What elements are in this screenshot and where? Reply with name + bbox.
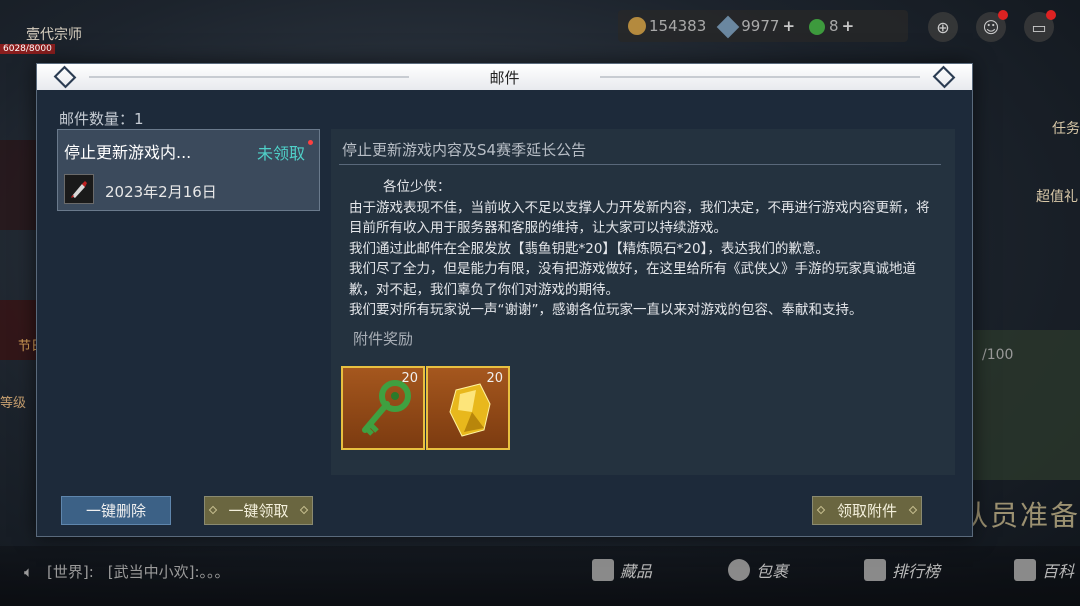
plus-icon[interactable]: +: [782, 17, 795, 35]
chat-message: [武当中小欢]:。。。: [107, 563, 230, 581]
coin-amount: 154383: [649, 16, 707, 35]
chat-channel: [世界]:: [47, 563, 94, 581]
bag-icon: [728, 559, 750, 581]
nav-wiki[interactable]: 百科: [1014, 558, 1074, 582]
ornament-icon: [932, 65, 956, 89]
mail-paragraph: 我们要对所有玩家说一声“谢谢”，感谢各位玩家一直以来对游戏的包容、奉献和支持。: [349, 302, 863, 318]
mail-item-status: 未领取: [256, 144, 305, 163]
jade-amount: 8: [829, 17, 839, 35]
ranking-icon: [864, 559, 886, 581]
nav-label: 百科: [1042, 562, 1075, 581]
button-label: 一键删除: [85, 502, 146, 520]
modal-title: 邮件: [489, 68, 520, 87]
gem-icon: [716, 15, 740, 38]
nav-ranking[interactable]: 排行榜: [864, 558, 940, 582]
attachment-label: 附件奖励: [353, 330, 414, 348]
diamond-icon: [908, 505, 918, 515]
speaker-icon[interactable]: 🔈︎: [24, 563, 33, 581]
divider: [339, 164, 941, 165]
quest-button[interactable]: 任务: [1052, 118, 1080, 138]
nav-bag[interactable]: 包裹: [728, 558, 788, 582]
nav-label: 排行榜: [892, 562, 941, 581]
ornament-icon: [53, 65, 77, 89]
attachment-item-jade-key[interactable]: 20: [341, 366, 425, 450]
mail-modal: 邮件 邮件数量：1 停止更新游戏内... 未领取 2023年2月16日 停止更新…: [36, 63, 973, 537]
mail-paragraph: 我们通过此邮件在全服发放【翡鱼钥匙*20】【精炼陨石*20】，表达我们的歉意。: [349, 240, 829, 257]
mail-paragraph: 我们尽了全力，但是能力有限，没有把游戏做好，在这里给所有《武侠乂》手游的玩家真诚…: [349, 261, 916, 298]
collection-icon: [592, 559, 614, 581]
wiki-icon: [1014, 559, 1036, 581]
modal-header: 邮件: [37, 64, 972, 90]
diamond-icon: [816, 505, 826, 515]
jade-currency[interactable]: 8 +: [809, 17, 854, 35]
delete-all-button[interactable]: 一键删除: [61, 496, 171, 525]
progress-text: /100: [982, 347, 1014, 363]
claim-attachment-button[interactable]: 领取附件: [812, 496, 922, 525]
level-label: 等级: [0, 396, 27, 411]
claim-all-button[interactable]: 一键领取: [204, 496, 313, 525]
message-icon[interactable]: ▭: [1024, 10, 1056, 42]
gold-crystal-icon: [449, 383, 491, 437]
mail-item-date: 2023年2月16日: [105, 183, 217, 201]
globe-icon[interactable]: ⊕: [928, 12, 958, 42]
header-line: [89, 76, 409, 78]
value-gift-button[interactable]: 超值礼: [1036, 186, 1078, 206]
plus-icon[interactable]: +: [842, 17, 855, 35]
gem-currency[interactable]: 9977 +: [716, 15, 795, 38]
notification-dot: [998, 10, 1008, 20]
mail-content-body: 各位少侠： 由于游戏表现不佳，当前收入不足以支撑人力开发新内容，我们决定，不再进…: [349, 177, 939, 321]
friends-icon[interactable]: ☺: [976, 10, 1008, 42]
mail-content-title: 停止更新游戏内容及S4赛季延长公告: [342, 141, 587, 159]
gem-amount: 9977: [741, 17, 780, 35]
nav-label: 包裹: [756, 562, 789, 581]
player-name: 壹代宗师: [26, 27, 82, 43]
nav-label: 藏品: [620, 562, 653, 581]
currency-bar: 154383 9977 + 8 +: [618, 10, 908, 42]
attachment-qty: 20: [401, 371, 418, 386]
player-exp: 6028/8000: [0, 44, 55, 54]
mail-item-title: 停止更新游戏内...: [64, 143, 192, 162]
header-line: [600, 76, 920, 78]
mail-list-item[interactable]: 停止更新游戏内... 未领取 2023年2月16日: [57, 129, 320, 211]
attachment-item-crystal[interactable]: 20: [426, 366, 510, 450]
mail-count: 邮件数量：1: [59, 110, 144, 128]
jade-icon: [809, 18, 826, 35]
coin-currency: 154383: [628, 17, 706, 36]
notification-dot: [1046, 10, 1056, 20]
jade-key-icon: [362, 380, 411, 436]
mail-brush-icon: [64, 174, 94, 204]
unread-dot: [308, 140, 313, 145]
button-label: 领取附件: [836, 502, 897, 520]
diamond-icon: [208, 505, 218, 515]
mail-paragraph: 由于游戏表现不佳，当前收入不足以支撑人力开发新内容，我们决定，不再进行游戏内容更…: [349, 199, 930, 237]
chat-line[interactable]: 🔈︎ [世界]: [武当中小欢]:。。。: [24, 561, 230, 582]
diamond-icon: [299, 505, 309, 515]
nav-collection[interactable]: 藏品: [592, 558, 652, 582]
button-label: 一键领取: [228, 502, 289, 520]
coin-icon: [628, 17, 646, 36]
mail-greeting: 各位少侠：: [383, 179, 451, 195]
attachment-qty: 20: [486, 371, 503, 386]
mail-content-panel: 停止更新游戏内容及S4赛季延长公告 各位少侠： 由于游戏表现不佳，当前收入不足以…: [331, 129, 955, 475]
